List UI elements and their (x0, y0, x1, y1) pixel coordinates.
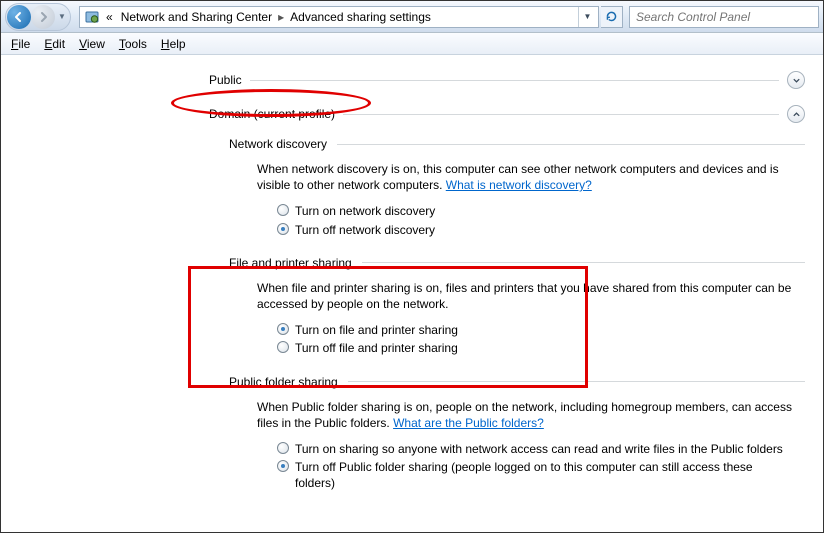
address-dropdown[interactable]: ▼ (578, 7, 596, 27)
chevron-down-icon[interactable] (787, 71, 805, 89)
refresh-button[interactable] (601, 6, 623, 28)
profile-domain-label: Domain (current profile) (209, 107, 335, 121)
menubar: File Edit View Tools Help (1, 33, 823, 55)
navbar: ▼ « Network and Sharing Center ▸ Advance… (1, 1, 823, 33)
section-network-discovery: Network discovery (229, 137, 805, 151)
what-is-network-discovery-link[interactable]: What is network discovery? (446, 178, 592, 192)
menu-file[interactable]: File (11, 37, 30, 51)
profile-public-row: Public (209, 71, 805, 89)
search-input[interactable] (629, 6, 819, 28)
breadcrumb-item[interactable]: Network and Sharing Center (119, 10, 274, 24)
control-panel-icon (84, 9, 100, 25)
file-printer-desc: When file and printer sharing is on, fil… (257, 280, 801, 312)
desc-text: When file and printer sharing is on, fil… (257, 281, 791, 311)
section-file-printer: File and printer sharing (229, 256, 805, 270)
network-discovery-desc: When network discovery is on, this compu… (257, 161, 801, 193)
back-button[interactable] (7, 5, 31, 29)
menu-edit[interactable]: Edit (44, 37, 65, 51)
section-title-label: Public folder sharing (229, 375, 338, 389)
radio-icon (277, 341, 289, 353)
menu-tools[interactable]: Tools (119, 37, 147, 51)
radio-icon (277, 223, 289, 235)
radio-nd-on[interactable]: Turn on network discovery (277, 203, 805, 219)
radio-pf-on[interactable]: Turn on sharing so anyone with network a… (277, 441, 795, 457)
radio-nd-off[interactable]: Turn off network discovery (277, 222, 805, 238)
content: Public Domain (current profile) Network … (1, 55, 823, 491)
forward-button[interactable] (31, 5, 55, 29)
menu-help[interactable]: Help (161, 37, 186, 51)
divider (337, 144, 805, 145)
radio-pf-off[interactable]: Turn off Public folder sharing (people l… (277, 459, 795, 491)
radio-icon (277, 460, 289, 472)
nav-buttons: ▼ (5, 3, 71, 31)
profile-domain-row: Domain (current profile) (209, 105, 805, 123)
breadcrumb-separator-icon: ▸ (278, 10, 284, 24)
radio-label: Turn off file and printer sharing (295, 340, 458, 356)
radio-label: Turn off Public folder sharing (people l… (295, 459, 795, 491)
menu-view[interactable]: View (79, 37, 105, 51)
radio-label: Turn on sharing so anyone with network a… (295, 441, 783, 457)
radio-icon (277, 442, 289, 454)
divider (250, 80, 779, 81)
section-public-folder: Public folder sharing (229, 375, 805, 389)
breadcrumb-prefix: « (104, 10, 115, 24)
nav-history-dropdown[interactable]: ▼ (55, 12, 69, 21)
network-discovery-options: Turn on network discovery Turn off netwo… (277, 203, 805, 237)
file-printer-options: Turn on file and printer sharing Turn of… (277, 322, 805, 356)
divider (343, 114, 779, 115)
breadcrumb-item[interactable]: Advanced sharing settings (288, 10, 433, 24)
radio-label: Turn off network discovery (295, 222, 435, 238)
public-folder-options: Turn on sharing so anyone with network a… (277, 441, 795, 492)
radio-fp-on[interactable]: Turn on file and printer sharing (277, 322, 805, 338)
divider (348, 381, 805, 382)
radio-icon (277, 204, 289, 216)
radio-fp-off[interactable]: Turn off file and printer sharing (277, 340, 805, 356)
section-title-label: File and printer sharing (229, 256, 352, 270)
radio-label: Turn on network discovery (295, 203, 435, 219)
what-are-public-folders-link[interactable]: What are the Public folders? (393, 416, 544, 430)
chevron-up-icon[interactable] (787, 105, 805, 123)
profile-public-label: Public (209, 73, 242, 87)
divider (362, 262, 805, 263)
address-bar[interactable]: « Network and Sharing Center ▸ Advanced … (79, 6, 599, 28)
public-folder-desc: When Public folder sharing is on, people… (257, 399, 801, 431)
section-title-label: Network discovery (229, 137, 327, 151)
radio-label: Turn on file and printer sharing (295, 322, 458, 338)
radio-icon (277, 323, 289, 335)
